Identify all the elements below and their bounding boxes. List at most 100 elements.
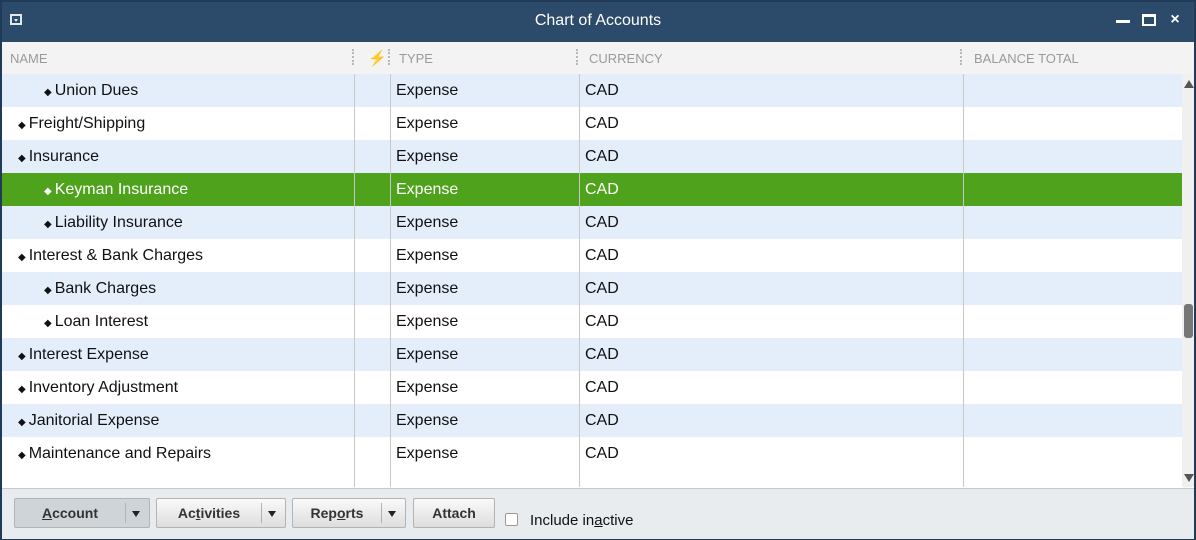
include-inactive-checkbox[interactable] (505, 513, 518, 526)
maximize-icon[interactable] (1140, 8, 1158, 32)
column-header-name[interactable]: NAME (10, 51, 48, 66)
table-row[interactable]: ◆ Liability Insurance Expense CAD (2, 206, 1182, 239)
account-dropdown-icon[interactable] (127, 499, 147, 527)
account-name-text: Liability Insurance (54, 214, 183, 231)
account-type: Expense (396, 346, 459, 363)
account-name-text: Insurance (28, 148, 99, 165)
account-menu-button[interactable]: Account (14, 498, 150, 528)
activities-dropdown-icon[interactable] (263, 499, 283, 527)
column-divider[interactable] (352, 49, 354, 65)
account-name: ◆ Bank Charges (2, 272, 156, 305)
include-inactive-label[interactable]: Include inactive (530, 512, 633, 529)
reports-dropdown-icon[interactable] (383, 499, 403, 527)
diamond-icon: ◆ (18, 384, 26, 395)
scroll-thumb[interactable] (1184, 304, 1193, 338)
activities-button-label: Activities (177, 505, 241, 521)
vertical-scrollbar[interactable] (1182, 74, 1194, 487)
account-name-text: Loan Interest (54, 313, 149, 330)
account-name: ◆ Interest & Bank Charges (2, 239, 203, 272)
account-name: ◆ Interest Expense (2, 338, 149, 371)
table-row[interactable]: ◆ Loan Interest Expense CAD (2, 305, 1182, 338)
column-gridline (354, 74, 355, 487)
account-name-text: Union Dues (54, 82, 139, 99)
table-row[interactable]: ◆ Inventory Adjustment Expense CAD (2, 371, 1182, 404)
diamond-icon: ◆ (44, 285, 52, 296)
account-name-text: Bank Charges (54, 280, 157, 297)
table-row[interactable]: ◆ Bank Charges Expense CAD (2, 272, 1182, 305)
chart-of-accounts-window: Chart of Accounts × NAME ⚡ TYPE CURRENCY… (0, 0, 1196, 540)
table-row[interactable]: ◆ Janitorial Expense Expense CAD (2, 404, 1182, 437)
button-divider (125, 503, 126, 523)
column-divider[interactable] (576, 49, 578, 65)
diamond-icon: ◆ (18, 153, 26, 164)
account-currency: CAD (585, 115, 619, 132)
table-row[interactable]: ◆ Union Dues Expense CAD (2, 74, 1182, 107)
accounts-table: ◆ Union Dues Expense CAD ◆ Freight/Shipping Ex… (2, 74, 1182, 487)
button-divider (261, 503, 262, 523)
account-name-text: Janitorial Expense (28, 412, 160, 429)
column-header-type[interactable]: TYPE (399, 51, 433, 66)
minimize-icon[interactable] (1114, 8, 1134, 32)
account-currency: CAD (585, 214, 619, 231)
diamond-icon: ◆ (18, 252, 26, 263)
table-row[interactable]: ◆ Insurance Expense CAD (2, 140, 1182, 173)
lightning-bolt-icon[interactable]: ⚡ (368, 49, 387, 67)
diamond-icon: ◆ (44, 219, 52, 230)
account-name-text: Maintenance and Repairs (28, 445, 212, 462)
diamond-icon: ◆ (18, 417, 26, 428)
account-name: ◆ Insurance (2, 140, 99, 173)
account-type: Expense (396, 313, 459, 330)
account-currency: CAD (585, 379, 619, 396)
account-currency: CAD (585, 280, 619, 297)
close-icon[interactable]: × (1168, 8, 1182, 32)
diamond-icon: ◆ (44, 87, 52, 98)
attach-button[interactable]: Attach (413, 498, 495, 528)
column-gridline (963, 74, 964, 487)
column-divider[interactable] (388, 49, 390, 65)
account-name-text: Keyman Insurance (54, 181, 189, 198)
scroll-up-icon[interactable] (1184, 80, 1194, 88)
account-type: Expense (396, 214, 459, 231)
table-row[interactable]: ◆ Interest Expense Expense CAD (2, 338, 1182, 371)
account-currency: CAD (585, 82, 619, 99)
account-name: ◆ Keyman Insurance (2, 173, 188, 206)
account-name: ◆ Liability Insurance (2, 206, 183, 239)
account-currency: CAD (585, 181, 619, 198)
reports-button-label: Reports (310, 505, 364, 521)
account-currency: CAD (585, 412, 619, 429)
table-row[interactable]: ◆ Freight/Shipping Expense CAD (2, 107, 1182, 140)
column-header: NAME ⚡ TYPE CURRENCY BALANCE TOTAL (2, 42, 1194, 75)
diamond-icon: ◆ (18, 450, 26, 461)
account-type: Expense (396, 247, 459, 264)
account-currency: CAD (585, 313, 619, 330)
account-type: Expense (396, 379, 459, 396)
account-name: ◆ Loan Interest (2, 305, 148, 338)
scroll-down-icon[interactable] (1184, 474, 1194, 482)
account-button-label: Account (41, 505, 98, 521)
account-name-text: Interest & Bank Charges (28, 247, 204, 264)
account-type: Expense (396, 181, 459, 198)
account-currency: CAD (585, 148, 619, 165)
column-divider[interactable] (960, 49, 962, 65)
account-currency: CAD (585, 247, 619, 264)
table-row[interactable]: ◆ Maintenance and Repairs Expense CAD (2, 437, 1182, 470)
diamond-icon: ◆ (18, 351, 26, 362)
bottom-toolbar: Account Activities Reports Attach Includ… (2, 488, 1194, 539)
button-divider (381, 503, 382, 523)
column-header-currency[interactable]: CURRENCY (589, 51, 663, 66)
account-currency: CAD (585, 445, 619, 462)
column-header-balance[interactable]: BALANCE TOTAL (974, 51, 1079, 66)
account-name: ◆ Inventory Adjustment (2, 371, 178, 404)
account-type: Expense (396, 148, 459, 165)
account-name: ◆ Union Dues (2, 74, 138, 107)
account-name: ◆ Freight/Shipping (2, 107, 145, 140)
account-name: ◆ Janitorial Expense (2, 404, 159, 437)
account-type: Expense (396, 115, 459, 132)
reports-menu-button[interactable]: Reports (292, 498, 406, 528)
table-row[interactable]: ◆ Keyman Insurance Expense CAD (2, 173, 1182, 206)
activities-menu-button[interactable]: Activities (156, 498, 286, 528)
account-type: Expense (396, 82, 459, 99)
attach-button-label: Attach (432, 505, 476, 521)
account-name-text: Interest Expense (28, 346, 149, 363)
table-row[interactable]: ◆ Interest & Bank Charges Expense CAD (2, 239, 1182, 272)
